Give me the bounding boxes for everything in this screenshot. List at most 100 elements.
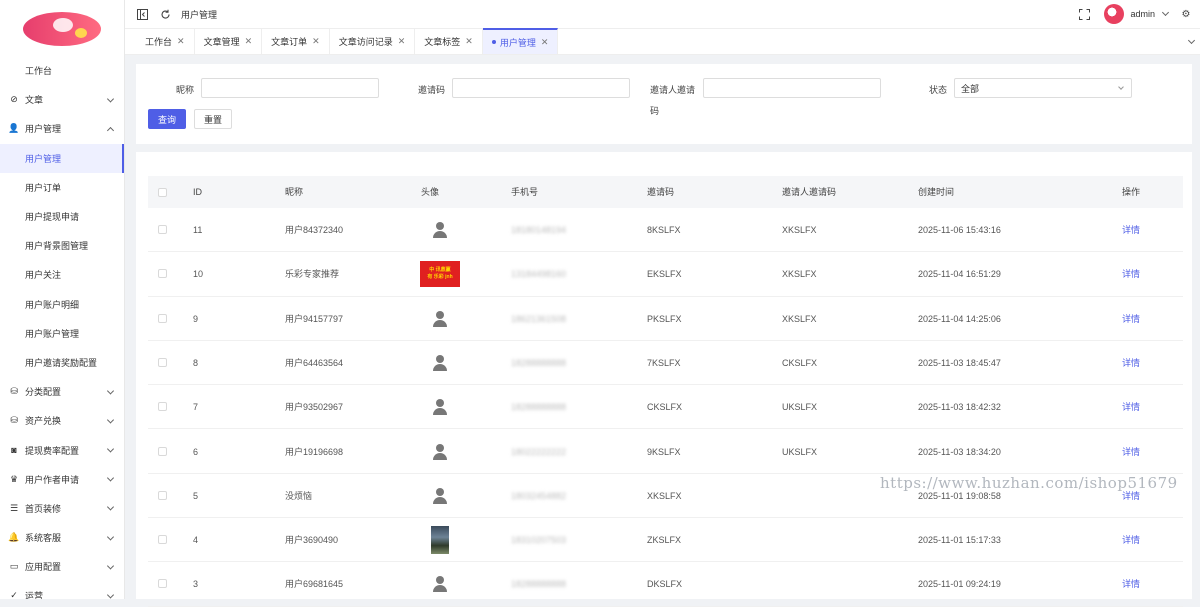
tab-0[interactable]: 工作台 ✕ bbox=[136, 28, 195, 54]
status-select[interactable]: 全部 bbox=[954, 78, 1132, 98]
gear-icon[interactable]: ⚙ bbox=[1180, 8, 1192, 20]
sidebar-item-1[interactable]: ⊘ 文章 bbox=[0, 85, 124, 114]
sidebar-item-label: 用户订单 bbox=[25, 182, 62, 193]
column-header: 邀请码 bbox=[647, 187, 675, 197]
tab-2[interactable]: 文章订单 ✕ bbox=[262, 28, 330, 54]
table-row: 11 用户84372340 18180148194 8KSLFX XKSLFX 2025-… bbox=[148, 208, 1183, 253]
sidebar-item-7[interactable]: 用户关注 bbox=[0, 260, 124, 289]
row-checkbox[interactable] bbox=[158, 313, 167, 323]
sidebar-item-label: 用户邀请奖励配置 bbox=[25, 357, 98, 368]
details-link[interactable]: 详情 bbox=[1122, 430, 1140, 474]
sidebar-item-10[interactable]: 用户邀请奖励配置 bbox=[0, 348, 124, 377]
search-button[interactable]: 查询 bbox=[148, 109, 186, 129]
sidebar-item-8[interactable]: 用户账户明细 bbox=[0, 290, 124, 319]
sidebar-item-3[interactable]: 用户管理 bbox=[0, 143, 124, 173]
sidebar-item-label: 用户背景图管理 bbox=[25, 241, 89, 252]
close-icon[interactable]: ✕ bbox=[312, 36, 320, 47]
refresh-icon[interactable] bbox=[159, 8, 171, 20]
sidebar-item-4[interactable]: 用户订单 bbox=[0, 173, 124, 202]
row-checkbox[interactable] bbox=[158, 535, 167, 545]
sidebar-item-0[interactable]: 工作台 bbox=[0, 56, 124, 85]
table-row: 7 用户93502967 18288888888 CKSLFX UKSLFX 2025-1… bbox=[148, 385, 1183, 430]
invite-code-input[interactable] bbox=[452, 78, 630, 98]
cell-inviter: CKSLFX bbox=[782, 357, 818, 368]
close-icon[interactable]: ✕ bbox=[245, 36, 253, 47]
compass-icon: ⊘ bbox=[10, 94, 18, 105]
card-icon: ▭ bbox=[9, 561, 19, 572]
details-link[interactable]: 详情 bbox=[1122, 341, 1140, 385]
sidebar-item-13[interactable]: ◙ 提现费率配置 bbox=[0, 435, 124, 464]
tab-3[interactable]: 文章访问记录 ✕ bbox=[330, 28, 416, 54]
close-icon[interactable]: ✕ bbox=[541, 37, 549, 48]
chevron-down-icon bbox=[106, 562, 115, 570]
row-checkbox[interactable] bbox=[158, 446, 167, 456]
tab-4[interactable]: 文章标签 ✕ bbox=[415, 28, 483, 54]
row-checkbox[interactable] bbox=[158, 579, 167, 589]
cell-invite: CKSLFX bbox=[647, 402, 683, 413]
tab-5[interactable]: 用户管理 ✕ bbox=[482, 28, 559, 54]
row-checkbox[interactable] bbox=[158, 490, 167, 500]
sidebar-item-18[interactable]: ✓ 运营 bbox=[0, 581, 124, 599]
select-all-checkbox[interactable] bbox=[158, 188, 167, 197]
sidebar-item-12[interactable]: ⛁ 资产兑换 bbox=[0, 406, 124, 435]
sidebar-item-label: 用户提现申请 bbox=[25, 212, 80, 223]
sidebar-item-15[interactable]: ☰ 首页装修 bbox=[0, 494, 124, 523]
details-link[interactable]: 详情 bbox=[1122, 297, 1140, 341]
close-icon[interactable]: ✕ bbox=[465, 36, 473, 47]
cell-nickname: 用户64463564 bbox=[285, 357, 344, 368]
row-checkbox[interactable] bbox=[158, 225, 167, 234]
details-link[interactable]: 详情 bbox=[1122, 385, 1140, 429]
table-row: 8 用户64463564 18288888888 7KSLFX CKSLFX 2025-1… bbox=[148, 341, 1183, 386]
sidebar-item-14[interactable]: ♛ 用户作者申请 bbox=[0, 465, 124, 494]
sidebar-item-5[interactable]: 用户提现申请 bbox=[0, 202, 124, 231]
cell-invite: ZKSLFX bbox=[647, 535, 682, 546]
cell-created: 2025-11-03 18:42:32 bbox=[918, 402, 1001, 413]
cell-id: 4 bbox=[193, 535, 199, 546]
details-link[interactable]: 详情 bbox=[1122, 252, 1140, 296]
row-checkbox[interactable] bbox=[158, 357, 167, 367]
user-avatar[interactable] bbox=[1104, 4, 1125, 24]
list-icon: ☰ bbox=[9, 502, 19, 513]
details-link[interactable]: 详情 bbox=[1122, 208, 1140, 252]
tab-label: 用户管理 bbox=[499, 37, 536, 48]
row-checkbox[interactable] bbox=[158, 269, 167, 279]
sidebar-item-9[interactable]: 用户账户管理 bbox=[0, 319, 124, 348]
cell-phone: 13184498160 bbox=[511, 269, 567, 280]
sidebar-item-label: 用户管理 bbox=[25, 124, 62, 135]
chevron-down-icon[interactable] bbox=[1161, 8, 1170, 17]
chevron-down-icon bbox=[106, 591, 115, 599]
collapse-sidebar-icon[interactable] bbox=[136, 8, 148, 20]
chevron-down-icon[interactable] bbox=[1187, 36, 1196, 45]
filter-form: 昵称 邀请码 邀请人邀请 码 状态 全部 查询 重置 bbox=[136, 64, 1192, 144]
nickname-input[interactable] bbox=[201, 78, 379, 98]
avatar bbox=[433, 354, 447, 371]
reset-button[interactable]: 重置 bbox=[194, 109, 232, 129]
tab-1[interactable]: 文章管理 ✕ bbox=[195, 28, 263, 54]
sidebar-item-2[interactable]: 👤 用户管理 bbox=[0, 114, 124, 143]
close-icon[interactable]: ✕ bbox=[177, 36, 185, 47]
table-header: ID 昵称 头像 手机号 邀请码 邀请人邀请码 创建时间 操作 bbox=[148, 176, 1183, 208]
column-header: ID bbox=[193, 187, 202, 197]
details-link[interactable]: 详情 bbox=[1122, 562, 1140, 606]
status-label: 状态 bbox=[929, 85, 948, 95]
cell-invite: PKSLFX bbox=[647, 313, 682, 324]
close-icon[interactable]: ✕ bbox=[398, 36, 406, 47]
cell-id: 3 bbox=[193, 579, 199, 590]
details-link[interactable]: 详情 bbox=[1122, 518, 1140, 562]
user-name[interactable]: admin bbox=[1130, 9, 1155, 19]
sidebar-item-label: 用户关注 bbox=[25, 270, 62, 281]
column-header: 操作 bbox=[1122, 187, 1141, 197]
row-checkbox[interactable] bbox=[158, 402, 167, 412]
fullscreen-icon[interactable] bbox=[1078, 8, 1090, 20]
sidebar-item-17[interactable]: ▭ 应用配置 bbox=[0, 552, 124, 581]
inviter-code-input[interactable] bbox=[703, 78, 881, 98]
sidebar-item-label: 资产兑换 bbox=[25, 416, 62, 427]
sidebar-item-11[interactable]: ⛁ 分类配置 bbox=[0, 377, 124, 406]
cell-nickname: 没烦恼 bbox=[285, 490, 313, 501]
sidebar-item-6[interactable]: 用户背景图管理 bbox=[0, 231, 124, 260]
sidebar-item-16[interactable]: 🔔 系统客服 bbox=[0, 523, 124, 552]
cell-inviter: UKSLFX bbox=[782, 446, 818, 457]
tab-label: 文章标签 bbox=[424, 36, 461, 47]
cell-id: 5 bbox=[193, 490, 199, 501]
sidebar-item-label: 工作台 bbox=[25, 66, 53, 77]
